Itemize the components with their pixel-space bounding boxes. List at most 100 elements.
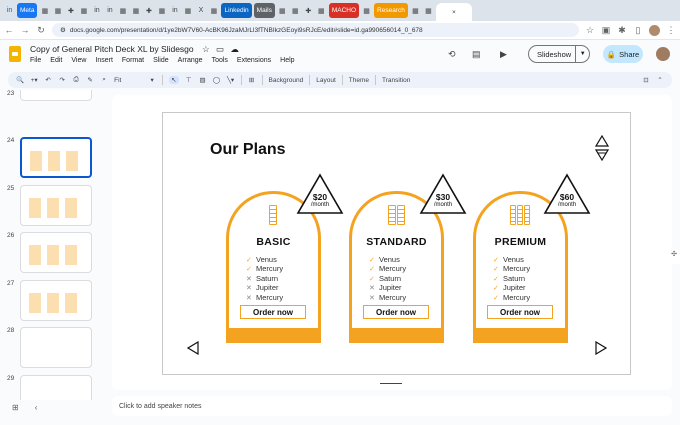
profile-avatar[interactable]: [649, 24, 660, 36]
slideshow-button[interactable]: Slideshow ▼: [528, 45, 590, 63]
account-avatar[interactable]: [656, 47, 670, 61]
accessibility-icon[interactable]: ⊡: [642, 76, 650, 84]
sidepanel-icon[interactable]: ▯: [633, 25, 643, 36]
browser-tab-group[interactable]: Mails: [253, 3, 275, 18]
redo-icon[interactable]: ↷: [58, 76, 66, 84]
browser-tab-favicon[interactable]: ▦: [361, 3, 372, 18]
paint-format-icon[interactable]: ✎: [86, 76, 94, 84]
zoom-dropdown-icon[interactable]: ▾: [148, 76, 156, 84]
browser-tab-group[interactable]: MACHO: [328, 3, 360, 18]
browser-tab-group[interactable]: Linkedin: [221, 3, 252, 18]
layout-button[interactable]: Layout: [316, 77, 336, 84]
browser-tab-favicon[interactable]: ▦: [208, 3, 219, 18]
line-icon[interactable]: ╲▾: [227, 76, 235, 84]
bookmark-star-icon[interactable]: ☆: [585, 25, 595, 36]
browser-tab-favicon[interactable]: ▦: [156, 3, 167, 18]
back-icon[interactable]: ←: [4, 25, 14, 35]
slide-thumbnail[interactable]: [20, 280, 92, 321]
menu-view[interactable]: View: [71, 57, 86, 64]
menu-extensions[interactable]: Extensions: [237, 57, 271, 64]
slideshow-dropdown-icon[interactable]: ▼: [575, 46, 589, 62]
theme-button[interactable]: Theme: [349, 77, 369, 84]
zoom-icon[interactable]: ⌕: [100, 76, 108, 84]
history-icon[interactable]: ⟲: [448, 49, 456, 60]
text-box-icon[interactable]: ⊤: [185, 76, 193, 84]
active-browser-tab[interactable]: ×: [435, 3, 472, 21]
site-info-icon[interactable]: ⚙: [60, 26, 66, 34]
slide-thumbnail[interactable]: [20, 137, 92, 178]
extension-icon[interactable]: ▣: [601, 25, 611, 36]
browser-tab-favicon[interactable]: ▦: [410, 3, 421, 18]
feature-label: Jupiter: [379, 283, 402, 293]
menu-tools[interactable]: Tools: [212, 57, 228, 64]
search-menus-icon[interactable]: 🔍: [16, 76, 24, 84]
reload-icon[interactable]: ↻: [36, 25, 46, 36]
browser-tab-favicon[interactable]: ▦: [130, 3, 141, 18]
background-button[interactable]: Background: [269, 77, 304, 84]
browser-tab-favicon[interactable]: ▦: [423, 3, 434, 18]
browser-tab-favicon[interactable]: ✚: [143, 3, 154, 18]
speaker-notes[interactable]: Click to add speaker notes: [112, 396, 672, 416]
document-title[interactable]: Copy of General Pitch Deck XL by Slidesg…: [30, 44, 239, 55]
slide-thumbnail[interactable]: [20, 185, 92, 226]
menu-help[interactable]: Help: [280, 57, 294, 64]
slide-thumbnail[interactable]: [20, 375, 92, 400]
browser-tab-favicon[interactable]: ▦: [182, 3, 193, 18]
share-button[interactable]: 🔒 Share: [603, 45, 643, 63]
meet-icon[interactable]: ▶: [500, 49, 507, 60]
select-tool-icon[interactable]: ↖: [169, 76, 179, 84]
menu-arrange[interactable]: Arrange: [178, 57, 203, 64]
browser-tab-favicon[interactable]: in: [91, 3, 102, 18]
menu-slide[interactable]: Slide: [153, 57, 169, 64]
close-tab-icon[interactable]: ×: [452, 9, 456, 16]
collapse-filmstrip-icon[interactable]: ‹: [35, 403, 38, 412]
shape-icon[interactable]: ◯: [213, 76, 221, 84]
transition-button[interactable]: Transition: [382, 77, 410, 84]
comment-icon[interactable]: ⊞: [248, 76, 256, 84]
zoom-select[interactable]: Fit: [114, 77, 142, 84]
browser-tab-favicon[interactable]: ▦: [290, 3, 301, 18]
move-folder-icon[interactable]: ▭: [216, 44, 224, 54]
browser-tab-favicon[interactable]: ✚: [65, 3, 76, 18]
slide-canvas[interactable]: Our Plans BASIC ✓ Venus ✓ Mercury ✕ Saturn ✕ Jup…: [162, 112, 631, 375]
slides-logo-icon[interactable]: [9, 46, 21, 62]
browser-tab-group[interactable]: Meta: [17, 3, 38, 18]
slide-title[interactable]: Our Plans: [210, 141, 286, 159]
puzzle-icon[interactable]: ✱: [617, 25, 627, 36]
print-icon[interactable]: ⎙: [72, 76, 80, 84]
menu-edit[interactable]: Edit: [50, 57, 62, 64]
browser-tab-favicon[interactable]: ▦: [277, 3, 288, 18]
browser-tab-favicon[interactable]: X: [195, 3, 206, 18]
slide-thumbnail[interactable]: [20, 90, 92, 101]
order-now-button[interactable]: Order now: [240, 305, 306, 319]
browser-tab-favicon[interactable]: in: [4, 3, 15, 18]
slide-thumbnail[interactable]: [20, 232, 92, 273]
menu-insert[interactable]: Insert: [95, 57, 113, 64]
browser-menu-icon[interactable]: ⋮: [666, 25, 676, 36]
menu-file[interactable]: File: [30, 57, 41, 64]
collapse-toolbar-icon[interactable]: ⌃: [656, 76, 664, 84]
grid-view-icon[interactable]: ⊞: [12, 403, 19, 412]
browser-tab-favicon[interactable]: in: [104, 3, 115, 18]
browser-tab-group[interactable]: Research: [374, 3, 408, 18]
star-icon[interactable]: ☆: [202, 44, 210, 54]
menu-format[interactable]: Format: [122, 57, 144, 64]
browser-tab-favicon[interactable]: in: [169, 3, 180, 18]
address-bar[interactable]: ⚙ docs.google.com/presentation/d/1ye2bW7…: [52, 23, 579, 37]
browser-tab-favicon[interactable]: ▦: [316, 3, 327, 18]
new-slide-icon[interactable]: +▾: [30, 76, 38, 84]
browser-tab-favicon[interactable]: ✚: [303, 3, 314, 18]
order-now-button[interactable]: Order now: [363, 305, 429, 319]
browser-tab-favicon[interactable]: ▦: [39, 3, 50, 18]
forward-icon[interactable]: →: [20, 25, 30, 35]
order-now-button[interactable]: Order now: [487, 305, 553, 319]
browser-tab-favicon[interactable]: ▦: [117, 3, 128, 18]
side-panel-toggle-icon[interactable]: ✣: [668, 250, 680, 264]
undo-icon[interactable]: ↶: [44, 76, 52, 84]
notes-resize-handle[interactable]: [380, 383, 402, 384]
image-icon[interactable]: ▨: [199, 76, 207, 84]
comments-icon[interactable]: ▤: [472, 49, 481, 60]
slide-thumbnail[interactable]: [20, 327, 92, 368]
browser-tab-favicon[interactable]: ▦: [78, 3, 89, 18]
browser-tab-favicon[interactable]: ▦: [52, 3, 63, 18]
